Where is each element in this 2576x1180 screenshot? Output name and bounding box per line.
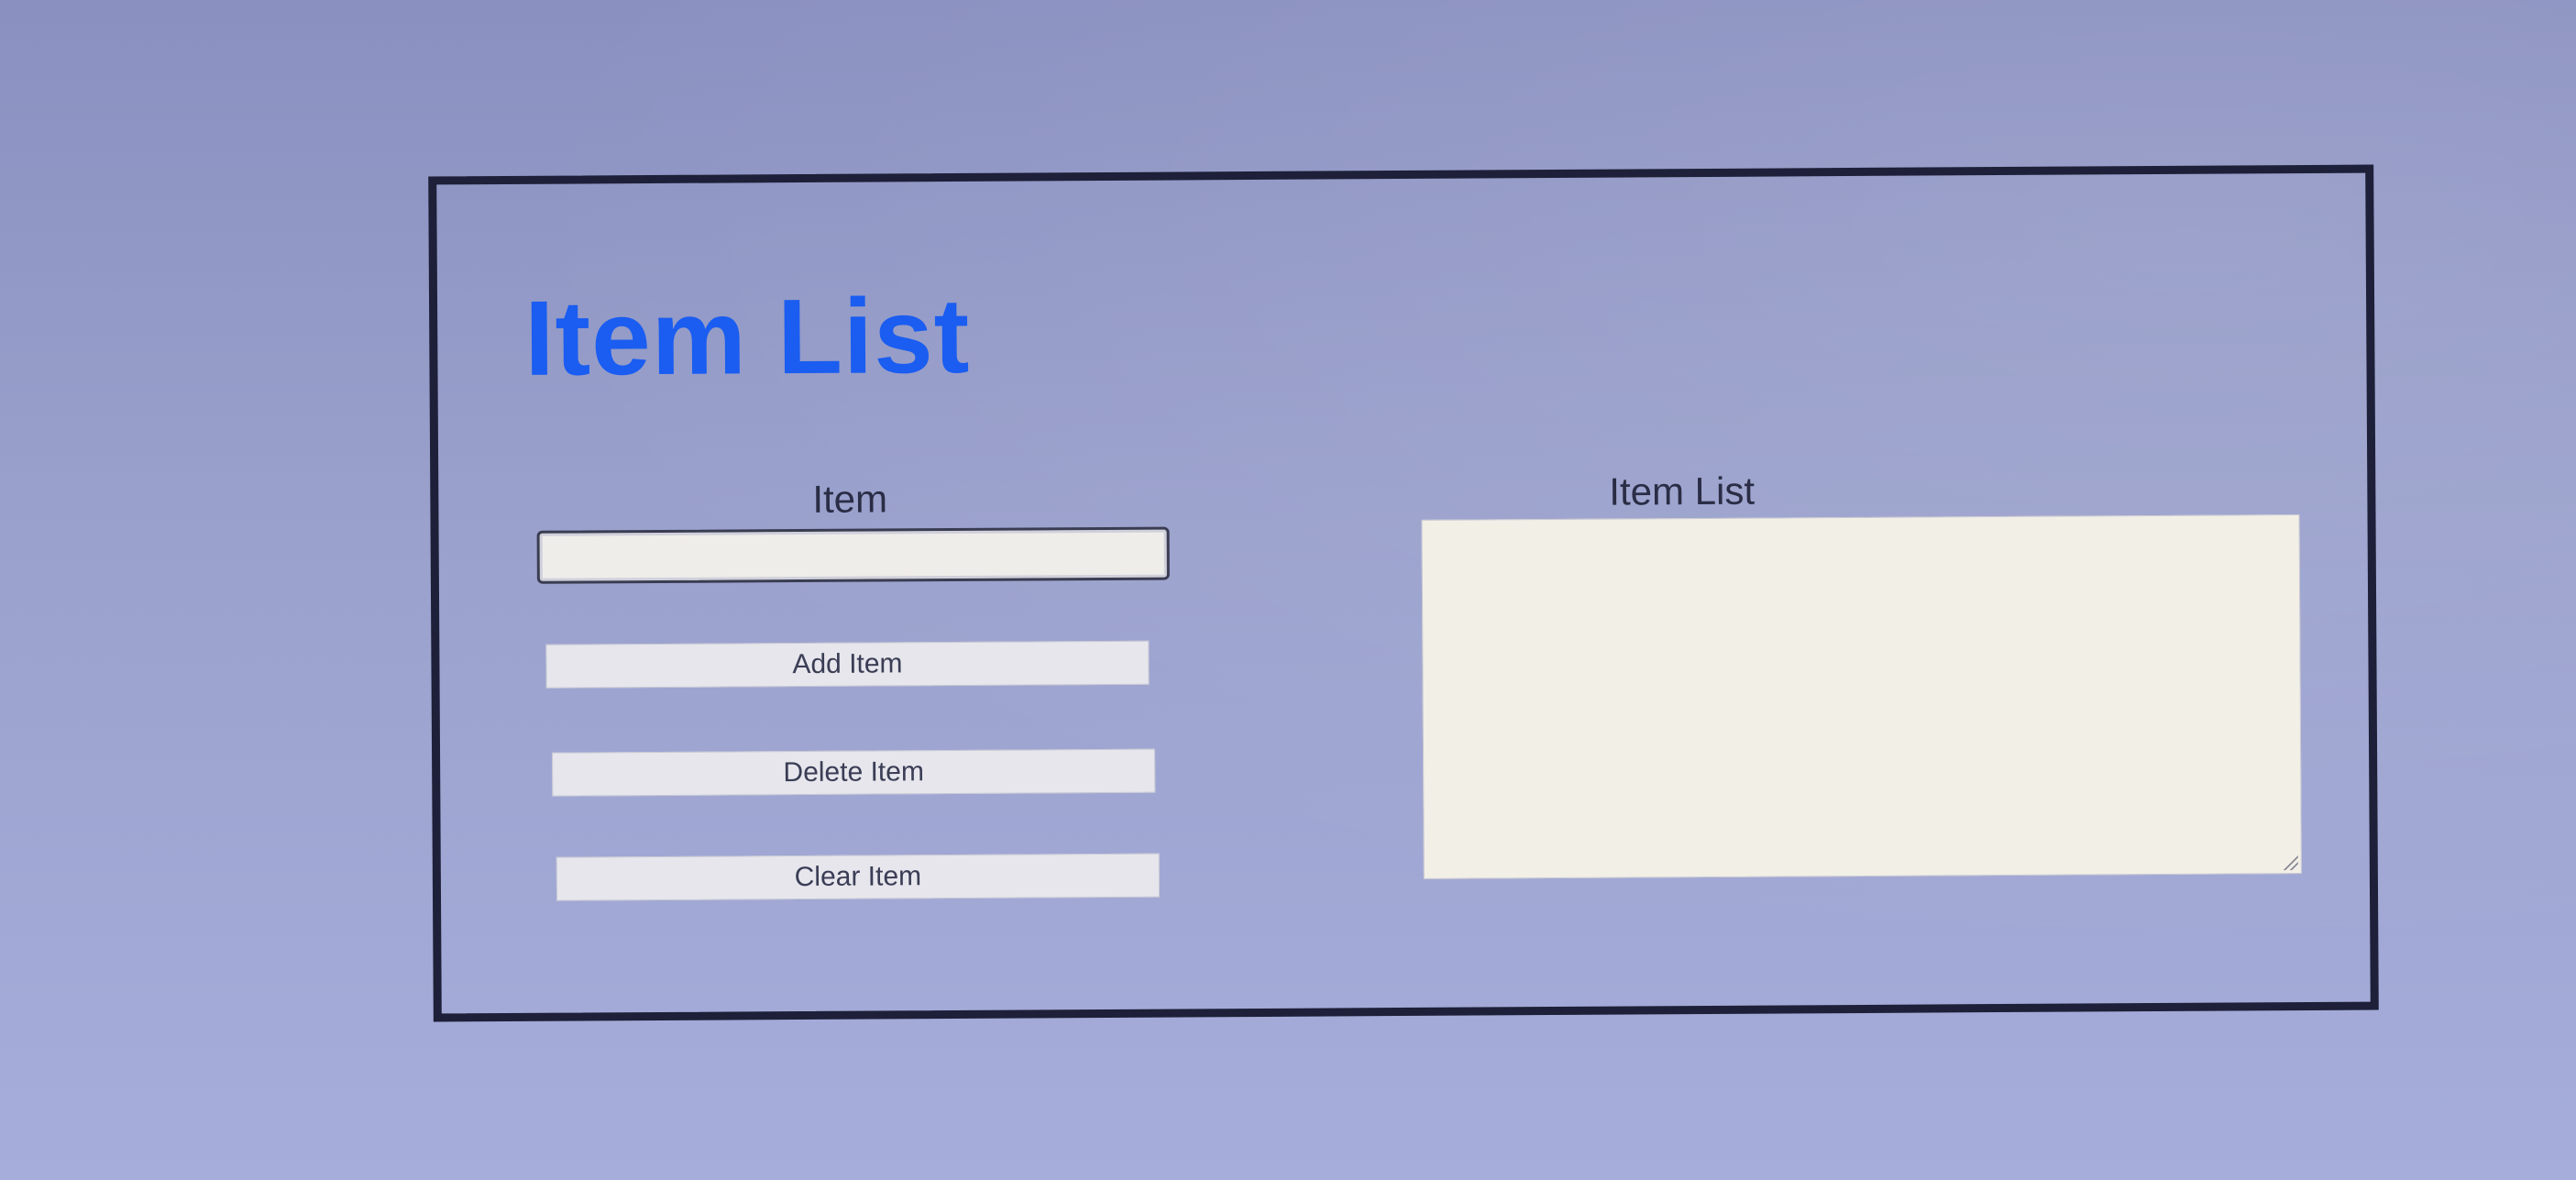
resize-handle-icon[interactable] xyxy=(2281,854,2298,871)
item-field-label: Item xyxy=(812,477,888,521)
item-input[interactable] xyxy=(536,526,1170,584)
page-title: Item List xyxy=(523,275,971,398)
add-item-button[interactable]: Add Item xyxy=(545,640,1150,689)
item-list-label: Item List xyxy=(1609,469,1756,513)
item-list-panel: Item List Item Add Item Delete Item Clea… xyxy=(428,164,2379,1022)
delete-item-button[interactable]: Delete Item xyxy=(552,748,1156,797)
clear-item-button[interactable]: Clear Item xyxy=(556,853,1161,901)
item-list-box[interactable] xyxy=(1421,514,2302,879)
